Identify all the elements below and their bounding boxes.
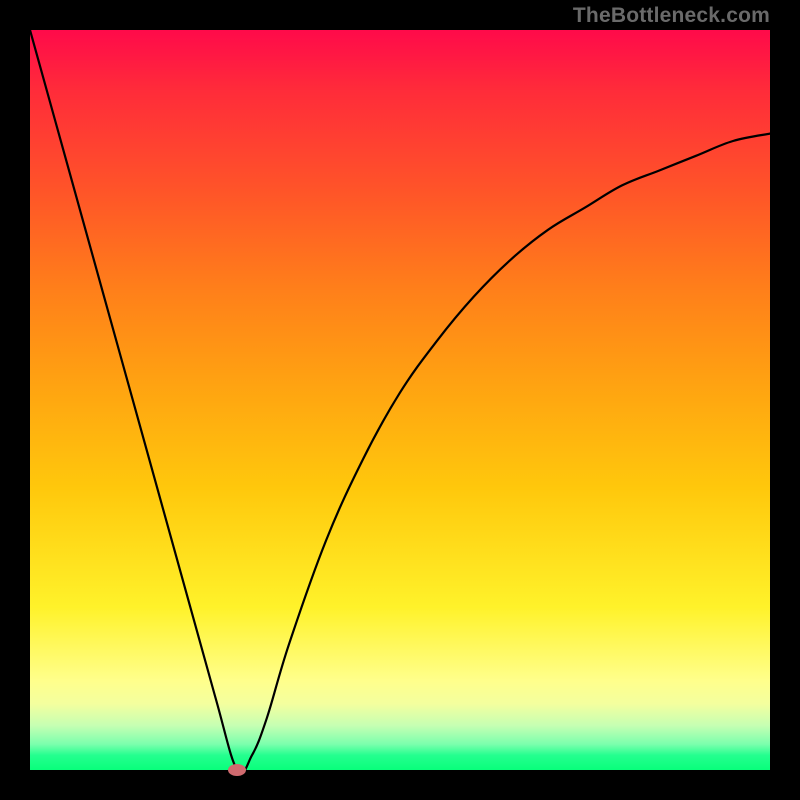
minimum-point-marker <box>228 764 246 776</box>
chart-frame: TheBottleneck.com <box>0 0 800 800</box>
bottleneck-curve <box>30 30 770 770</box>
plot-area <box>30 30 770 770</box>
curve-layer <box>30 30 770 770</box>
attribution-text: TheBottleneck.com <box>573 4 770 28</box>
